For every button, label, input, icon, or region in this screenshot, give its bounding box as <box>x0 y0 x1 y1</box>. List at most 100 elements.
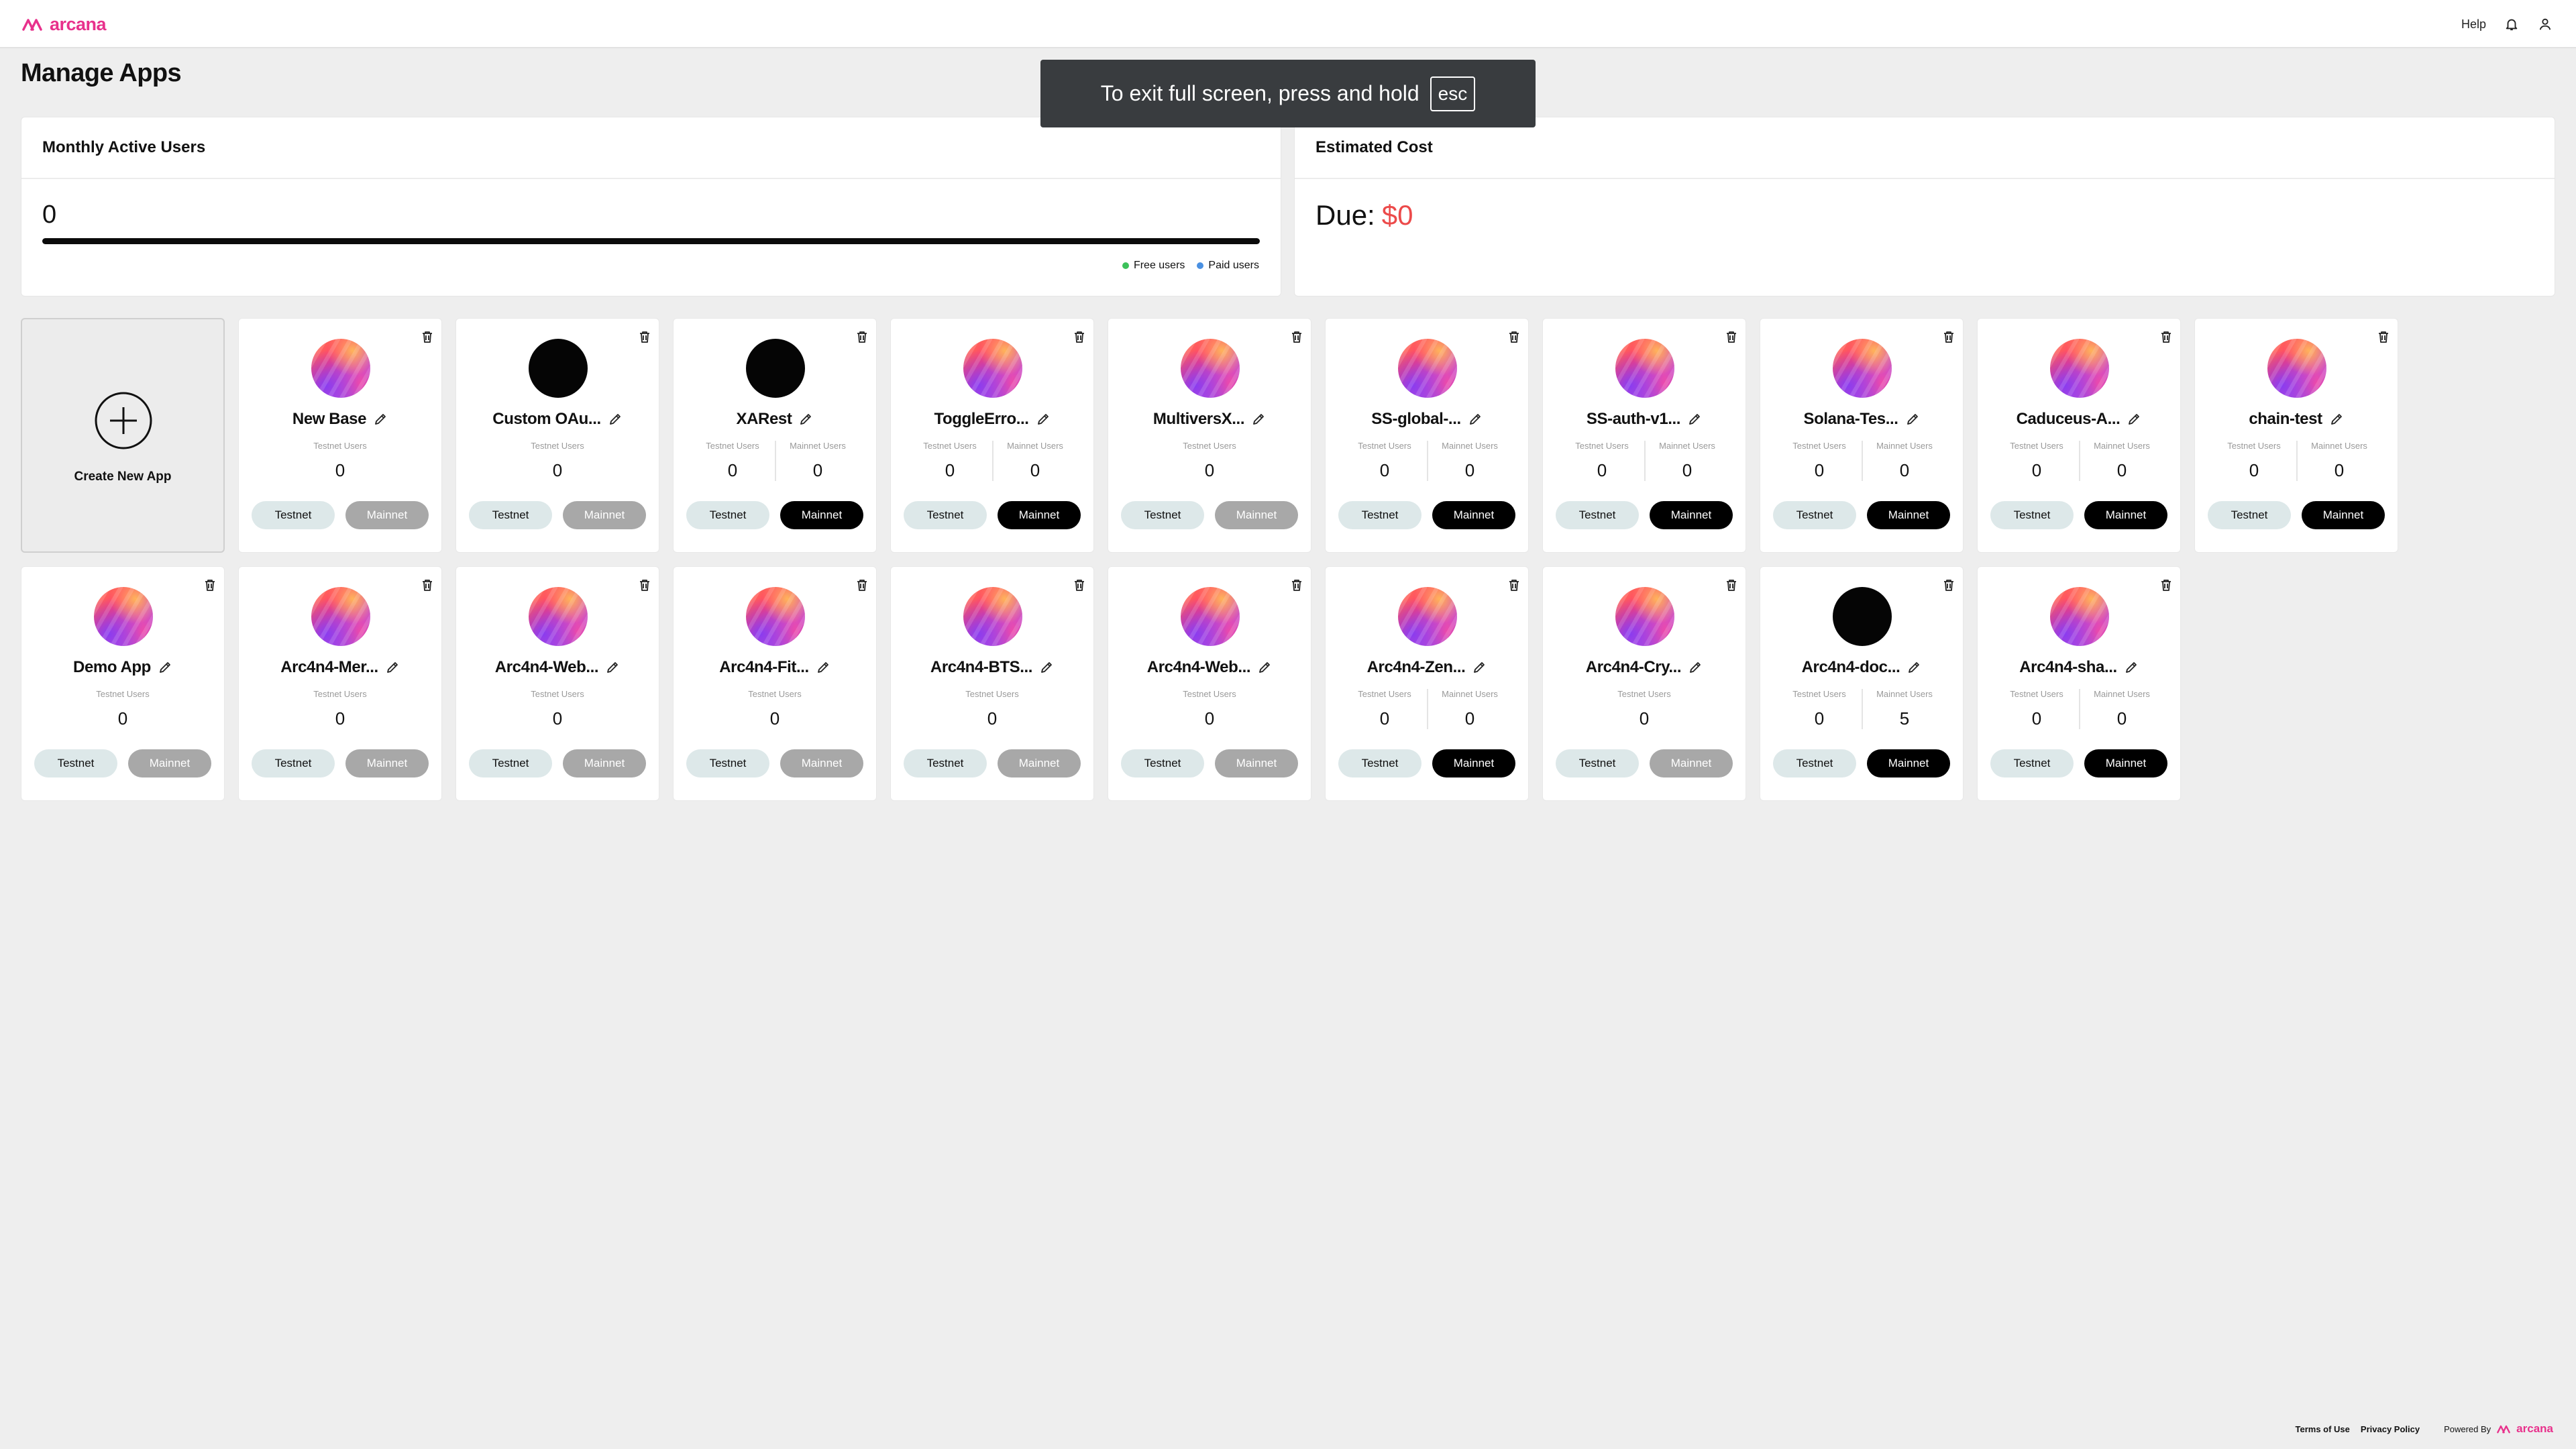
app-card[interactable]: Arc4n4-doc... Testnet Users 0 Mainnet Us… <box>1760 566 1964 801</box>
edit-pencil-icon[interactable] <box>1257 660 1272 675</box>
edit-pencil-icon[interactable] <box>605 660 620 675</box>
mainnet-button[interactable]: Mainnet <box>780 501 863 529</box>
testnet-button[interactable]: Testnet <box>1990 749 2074 777</box>
trash-icon[interactable] <box>855 578 869 592</box>
testnet-button[interactable]: Testnet <box>1338 501 1421 529</box>
testnet-button[interactable]: Testnet <box>1990 501 2074 529</box>
edit-pencil-icon[interactable] <box>798 412 813 427</box>
mainnet-button[interactable]: Mainnet <box>2084 749 2167 777</box>
testnet-button[interactable]: Testnet <box>904 749 987 777</box>
mainnet-button[interactable]: Mainnet <box>345 501 429 529</box>
testnet-button[interactable]: Testnet <box>904 501 987 529</box>
trash-icon[interactable] <box>2159 329 2174 344</box>
testnet-button[interactable]: Testnet <box>1338 749 1421 777</box>
privacy-policy-link[interactable]: Privacy Policy <box>2361 1424 2420 1434</box>
edit-pencil-icon[interactable] <box>373 412 388 427</box>
edit-pencil-icon[interactable] <box>608 412 623 427</box>
app-card[interactable]: Solana-Tes... Testnet Users 0 Mainnet Us… <box>1760 318 1964 553</box>
edit-pencil-icon[interactable] <box>1039 660 1054 675</box>
testnet-button[interactable]: Testnet <box>252 501 335 529</box>
testnet-button[interactable]: Testnet <box>1773 501 1856 529</box>
trash-icon[interactable] <box>2159 578 2174 592</box>
edit-pencil-icon[interactable] <box>1472 660 1487 675</box>
trash-icon[interactable] <box>1507 578 1521 592</box>
trash-icon[interactable] <box>1072 329 1087 344</box>
app-card[interactable]: MultiversX... Testnet Users 0 Testnet Ma… <box>1108 318 1311 553</box>
mainnet-button[interactable]: Mainnet <box>563 501 646 529</box>
brand-logo[interactable]: arcana <box>21 12 107 36</box>
trash-icon[interactable] <box>637 329 652 344</box>
testnet-button[interactable]: Testnet <box>469 749 552 777</box>
app-card[interactable]: Demo App Testnet Users 0 Testnet Mainnet <box>21 566 225 801</box>
bell-icon[interactable] <box>2504 16 2520 32</box>
mainnet-button[interactable]: Mainnet <box>1432 749 1515 777</box>
testnet-button[interactable]: Testnet <box>1121 501 1204 529</box>
help-link[interactable]: Help <box>2461 17 2486 32</box>
mainnet-button[interactable]: Mainnet <box>563 749 646 777</box>
app-card[interactable]: chain-test Testnet Users 0 Mainnet Users… <box>2194 318 2398 553</box>
trash-icon[interactable] <box>1724 578 1739 592</box>
trash-icon[interactable] <box>1507 329 1521 344</box>
mainnet-button[interactable]: Mainnet <box>128 749 211 777</box>
trash-icon[interactable] <box>203 578 217 592</box>
trash-icon[interactable] <box>855 329 869 344</box>
trash-icon[interactable] <box>1941 578 1956 592</box>
testnet-button[interactable]: Testnet <box>1773 749 1856 777</box>
app-card[interactable]: Arc4n4-Cry... Testnet Users 0 Testnet Ma… <box>1542 566 1746 801</box>
edit-pencil-icon[interactable] <box>1907 660 1921 675</box>
edit-pencil-icon[interactable] <box>2329 412 2344 427</box>
trash-icon[interactable] <box>1289 578 1304 592</box>
mainnet-button[interactable]: Mainnet <box>1432 501 1515 529</box>
app-card[interactable]: New Base Testnet Users 0 Testnet Mainnet <box>238 318 442 553</box>
edit-pencil-icon[interactable] <box>816 660 830 675</box>
mainnet-button[interactable]: Mainnet <box>998 501 1081 529</box>
app-card[interactable]: Caduceus-A... Testnet Users 0 Mainnet Us… <box>1977 318 2181 553</box>
testnet-button[interactable]: Testnet <box>686 749 769 777</box>
app-card[interactable]: Arc4n4-sha... Testnet Users 0 Mainnet Us… <box>1977 566 2181 801</box>
mainnet-button[interactable]: Mainnet <box>2084 501 2167 529</box>
edit-pencil-icon[interactable] <box>1251 412 1266 427</box>
app-card[interactable]: Arc4n4-Mer... Testnet Users 0 Testnet Ma… <box>238 566 442 801</box>
edit-pencil-icon[interactable] <box>1036 412 1051 427</box>
app-card[interactable]: Arc4n4-Zen... Testnet Users 0 Mainnet Us… <box>1325 566 1529 801</box>
app-card[interactable]: SS-auth-v1... Testnet Users 0 Mainnet Us… <box>1542 318 1746 553</box>
mainnet-button[interactable]: Mainnet <box>1867 749 1950 777</box>
edit-pencil-icon[interactable] <box>1687 412 1702 427</box>
edit-pencil-icon[interactable] <box>2124 660 2139 675</box>
mainnet-button[interactable]: Mainnet <box>1215 501 1298 529</box>
testnet-button[interactable]: Testnet <box>1556 749 1639 777</box>
mainnet-button[interactable]: Mainnet <box>2302 501 2385 529</box>
mainnet-button[interactable]: Mainnet <box>780 749 863 777</box>
mainnet-button[interactable]: Mainnet <box>1650 501 1733 529</box>
testnet-button[interactable]: Testnet <box>252 749 335 777</box>
trash-icon[interactable] <box>1072 578 1087 592</box>
trash-icon[interactable] <box>420 578 435 592</box>
trash-icon[interactable] <box>1941 329 1956 344</box>
trash-icon[interactable] <box>2376 329 2391 344</box>
create-new-app-card[interactable]: Create New App <box>21 318 225 553</box>
app-card[interactable]: XARest Testnet Users 0 Mainnet Users 0 T… <box>673 318 877 553</box>
user-icon[interactable] <box>2537 16 2553 32</box>
app-card[interactable]: Arc4n4-Web... Testnet Users 0 Testnet Ma… <box>1108 566 1311 801</box>
testnet-button[interactable]: Testnet <box>2208 501 2291 529</box>
trash-icon[interactable] <box>420 329 435 344</box>
testnet-button[interactable]: Testnet <box>34 749 117 777</box>
app-card[interactable]: ToggleErro... Testnet Users 0 Mainnet Us… <box>890 318 1094 553</box>
app-card[interactable]: Arc4n4-Fit... Testnet Users 0 Testnet Ma… <box>673 566 877 801</box>
testnet-button[interactable]: Testnet <box>1556 501 1639 529</box>
testnet-button[interactable]: Testnet <box>469 501 552 529</box>
trash-icon[interactable] <box>637 578 652 592</box>
mainnet-button[interactable]: Mainnet <box>1650 749 1733 777</box>
trash-icon[interactable] <box>1724 329 1739 344</box>
mainnet-button[interactable]: Mainnet <box>345 749 429 777</box>
testnet-button[interactable]: Testnet <box>686 501 769 529</box>
app-card[interactable]: SS-global-... Testnet Users 0 Mainnet Us… <box>1325 318 1529 553</box>
edit-pencil-icon[interactable] <box>385 660 400 675</box>
edit-pencil-icon[interactable] <box>1688 660 1703 675</box>
edit-pencil-icon[interactable] <box>2127 412 2141 427</box>
mainnet-button[interactable]: Mainnet <box>1867 501 1950 529</box>
terms-of-use-link[interactable]: Terms of Use <box>2296 1424 2350 1434</box>
app-card[interactable]: Custom OAu... Testnet Users 0 Testnet Ma… <box>455 318 659 553</box>
mainnet-button[interactable]: Mainnet <box>998 749 1081 777</box>
edit-pencil-icon[interactable] <box>1905 412 1920 427</box>
